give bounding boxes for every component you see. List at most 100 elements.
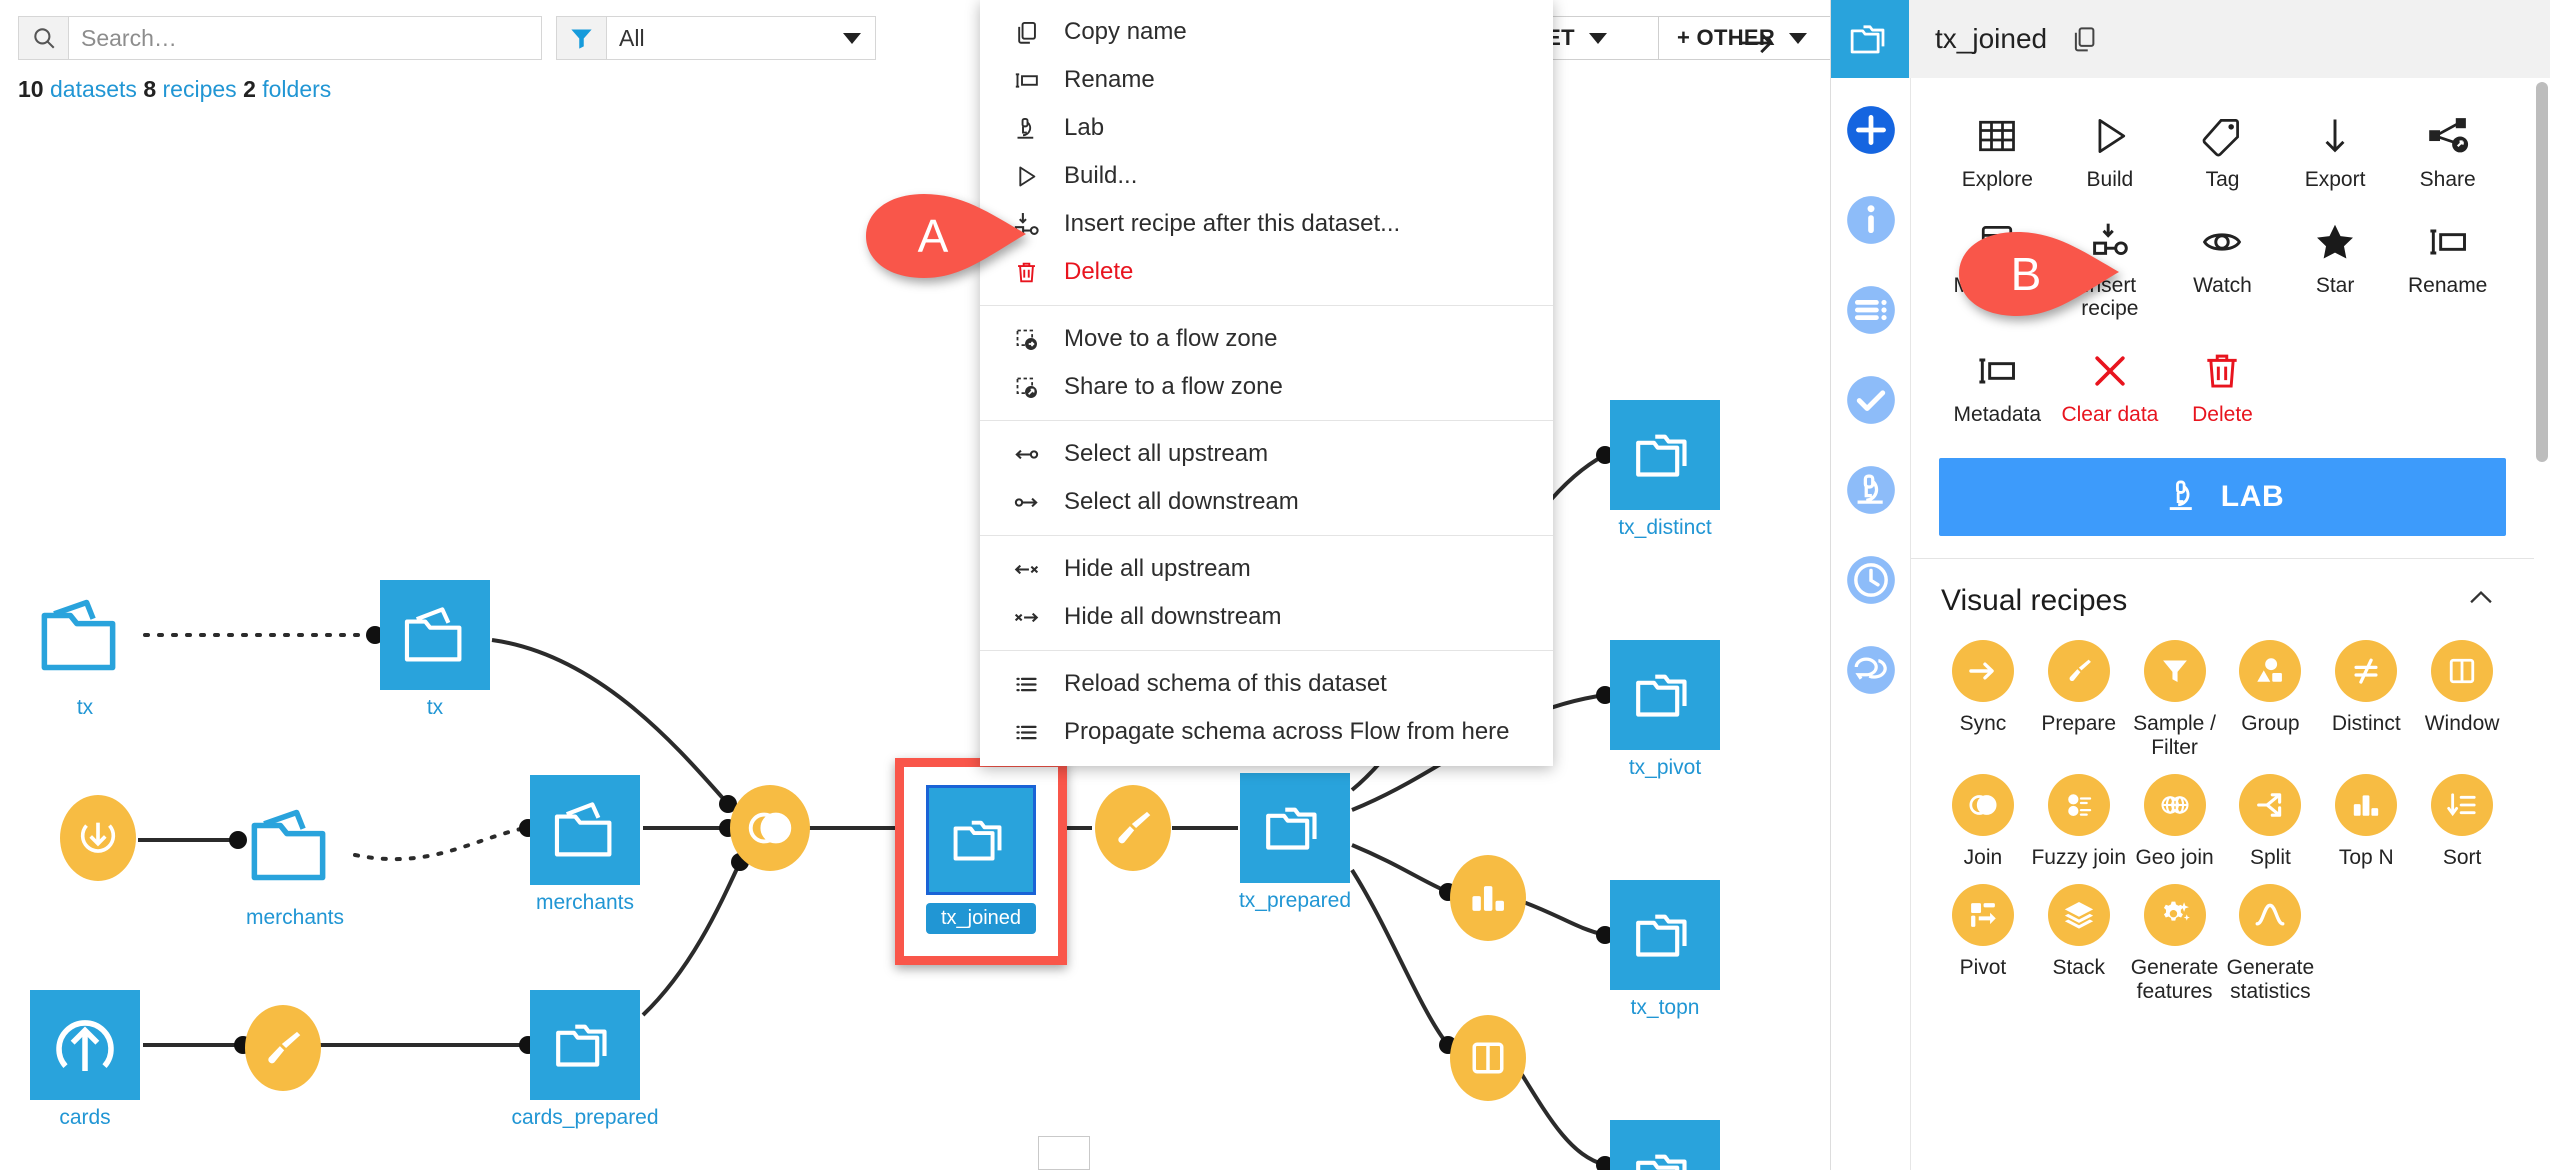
flow-node-tx-topn[interactable]: tx_topn — [1610, 880, 1720, 990]
flow-node-merchants-source[interactable]: merchants — [240, 790, 350, 900]
flow-node-tx-pivot[interactable]: tx_pivot — [1610, 640, 1720, 750]
recipe-sample-filter[interactable]: Sample / Filter — [2127, 640, 2223, 768]
menu-label: Select all downstream — [1064, 488, 1299, 516]
panel-scrollbar[interactable] — [2536, 82, 2548, 1142]
action-delete[interactable]: Delete — [2166, 339, 2279, 439]
lab-button[interactable]: LAB — [1939, 458, 2506, 536]
expand-panel-button[interactable] — [1731, 18, 1781, 68]
stack-icon — [2048, 884, 2110, 946]
flow-recipe-window[interactable] — [1450, 1015, 1526, 1101]
flow-node-tx-windows[interactable]: tx_windows — [1610, 1120, 1720, 1170]
menu-label: Share to a flow zone — [1064, 373, 1283, 401]
menu-item-select-all-upstream[interactable]: Select all upstream — [980, 430, 1553, 478]
action-label: Metadata — [1954, 403, 2042, 427]
menu-item-hide-all-upstream[interactable]: Hide all upstream — [980, 545, 1553, 593]
recipe-distinct[interactable]: Distinct — [2318, 640, 2414, 768]
action-label: Explore — [1962, 168, 2033, 192]
sidebar-item-discussions[interactable] — [1845, 644, 1897, 696]
datasets-label[interactable]: datasets — [50, 76, 137, 102]
recipe-label: Sort — [2443, 846, 2482, 870]
menu-item-lab[interactable]: Lab — [980, 104, 1553, 152]
recipe-stack[interactable]: Stack — [2031, 884, 2127, 1012]
flow-recipe-prepare-cards[interactable] — [245, 1005, 321, 1091]
flow-node-cards[interactable]: cards — [30, 990, 140, 1100]
recipe-topn[interactable]: Top N — [2318, 774, 2414, 878]
flow-node-tx[interactable]: tx — [380, 580, 490, 690]
action-export[interactable]: Export — [2279, 104, 2392, 204]
flow-minimap-toggle[interactable] — [1038, 1136, 1090, 1170]
flow-node-tx-distinct[interactable]: tx_distinct — [1610, 400, 1720, 510]
action-metadata[interactable]: Metadata — [1941, 339, 2054, 439]
filter-select[interactable]: All — [556, 16, 876, 60]
menu-item-propagate-schema[interactable]: Propagate schema across Flow from here — [980, 708, 1553, 756]
recipe-join[interactable]: Join — [1935, 774, 2031, 878]
filter-icon — [557, 17, 607, 59]
right-details-panel: tx_joined — [1830, 0, 2550, 1170]
folders-label[interactable]: folders — [262, 76, 331, 102]
select-downstream-icon — [1006, 488, 1046, 517]
flow-node-tx-source[interactable]: tx — [30, 580, 140, 690]
menu-label: Propagate schema across Flow from here — [1064, 718, 1510, 746]
action-clear-data[interactable]: Clear data — [2054, 339, 2167, 439]
action-explore[interactable]: Explore — [1941, 104, 2054, 204]
recipe-sort[interactable]: Sort — [2414, 774, 2510, 878]
recipe-sync[interactable]: Sync — [1935, 640, 2031, 768]
menu-item-copy-name[interactable]: Copy name — [980, 8, 1553, 56]
join-icon — [1952, 774, 2014, 836]
action-rename[interactable]: Rename — [2391, 210, 2504, 333]
flow-recipe-topn[interactable] — [1450, 855, 1526, 941]
recipe-generate-features[interactable]: Generate features — [2127, 884, 2223, 1012]
search-input[interactable] — [69, 17, 541, 59]
callout-letter: B — [1955, 228, 2123, 320]
sidebar-item-add[interactable] — [1845, 104, 1897, 156]
sidebar-item-lab[interactable] — [1845, 464, 1897, 516]
menu-item-move-flow-zone[interactable]: Move to a flow zone — [980, 315, 1553, 363]
recipe-window[interactable]: Window — [2414, 640, 2510, 768]
recipe-fuzzy-join[interactable]: Fuzzy join — [2031, 774, 2127, 878]
flow-node-tx-joined-selected[interactable]: tx_joined — [895, 758, 1067, 965]
menu-item-share-flow-zone[interactable]: Share to a flow zone — [980, 363, 1553, 411]
folders-count: 2 — [243, 76, 256, 102]
sidebar-item-history[interactable] — [1845, 554, 1897, 606]
flow-node-merchants[interactable]: merchants — [530, 775, 640, 885]
visual-recipes-header[interactable]: Visual recipes — [1911, 559, 2534, 636]
menu-item-hide-all-downstream[interactable]: Hide all downstream — [980, 593, 1553, 641]
menu-divider — [980, 420, 1553, 421]
flow-node-tx-prepared[interactable]: tx_prepared — [1240, 773, 1350, 883]
recipe-group[interactable]: Group — [2223, 640, 2319, 768]
menu-item-insert-recipe-after[interactable]: Insert recipe after this dataset... — [980, 200, 1553, 248]
menu-divider — [980, 535, 1553, 536]
recipe-prepare[interactable]: Prepare — [2031, 640, 2127, 768]
chevron-up-icon[interactable] — [2464, 581, 2498, 620]
recipe-split[interactable]: Split — [2223, 774, 2319, 878]
search-box[interactable] — [18, 16, 542, 60]
sidebar-item-status[interactable] — [1845, 374, 1897, 426]
dataset-context-menu[interactable]: Copy name Rename Lab — [980, 0, 1553, 766]
copy-icon[interactable] — [2069, 24, 2099, 54]
flow-recipe-join[interactable] — [730, 785, 810, 871]
action-build[interactable]: Build — [2054, 104, 2167, 204]
menu-item-build[interactable]: Build... — [980, 152, 1553, 200]
action-share[interactable]: Share — [2391, 104, 2504, 204]
dataset-folder-stack-icon — [1610, 400, 1720, 510]
dataset-folder-stack-icon — [530, 990, 640, 1100]
recipes-label[interactable]: recipes — [163, 76, 237, 102]
sidebar-item-info[interactable] — [1845, 194, 1897, 246]
action-watch[interactable]: Watch — [2166, 210, 2279, 333]
sidebar-item-details[interactable] — [1845, 284, 1897, 336]
menu-item-select-all-downstream[interactable]: Select all downstream — [980, 478, 1553, 526]
recipe-pivot[interactable]: Pivot — [1935, 884, 2031, 1012]
menu-item-rename[interactable]: Rename — [980, 56, 1553, 104]
menu-item-reload-schema[interactable]: Reload schema of this dataset — [980, 660, 1553, 708]
action-tag[interactable]: Tag — [2166, 104, 2279, 204]
flow-recipe-download[interactable] — [60, 795, 136, 881]
recipe-generate-statistics[interactable]: Generate statistics — [2223, 884, 2319, 1012]
menu-item-delete[interactable]: Delete — [980, 248, 1553, 296]
flow-node-cards-prepared[interactable]: cards_prepared — [530, 990, 640, 1100]
flow-recipe-prepare-tx[interactable] — [1095, 785, 1171, 871]
action-star[interactable]: Star — [2279, 210, 2392, 333]
search-icon — [19, 17, 69, 59]
recipe-geo-join[interactable]: Geo join — [2127, 774, 2223, 878]
chevron-down-icon — [1789, 33, 1807, 44]
panel-scroll-thumb[interactable] — [2536, 82, 2548, 462]
